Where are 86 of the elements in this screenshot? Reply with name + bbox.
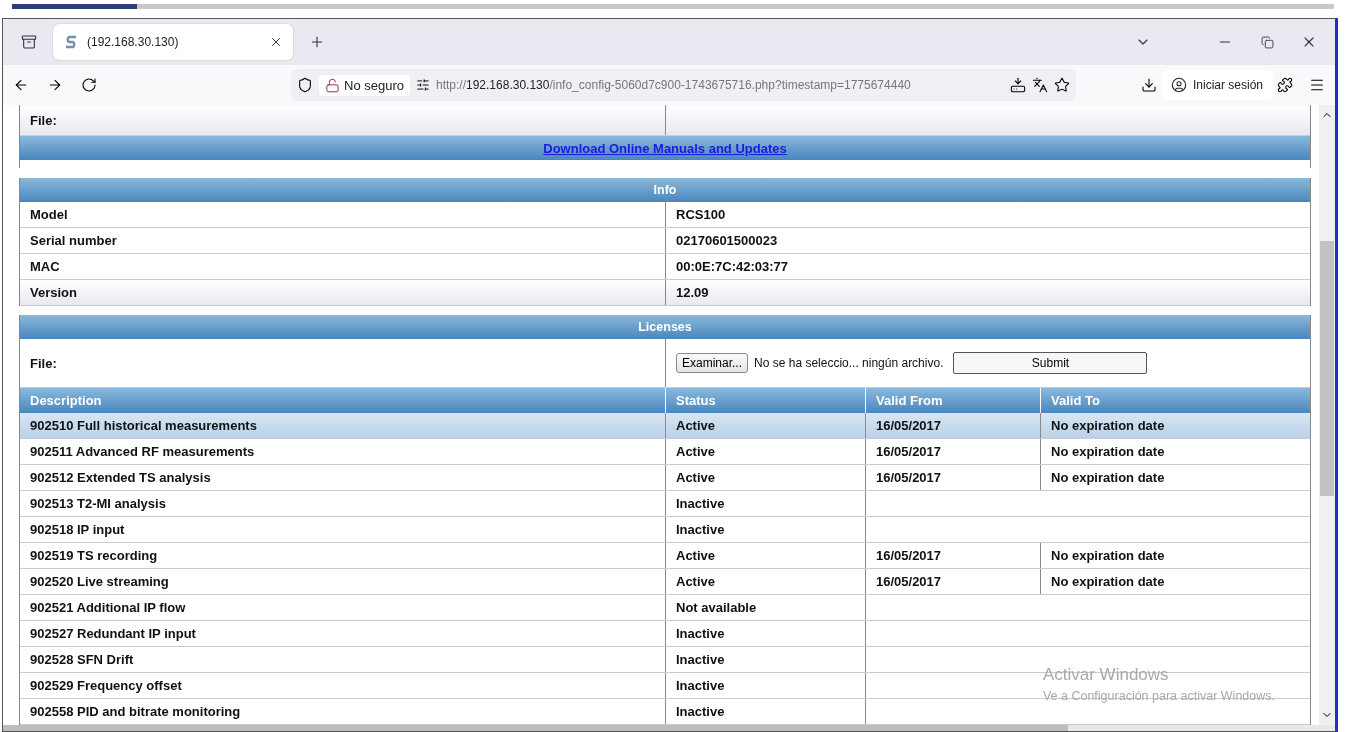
license-row[interactable]: 902521 Additional IP flow Not available <box>20 595 1310 621</box>
sign-in-button[interactable]: Iniciar sesión <box>1160 70 1273 100</box>
table-cell: No expiration date <box>1040 413 1310 438</box>
table-cell: Active <box>665 413 865 438</box>
star-icon[interactable] <box>1054 77 1070 93</box>
table-cell-text: 902511 Advanced RF measurements <box>29 443 256 461</box>
url-text: http://192.168.30.130/info_config-5060d7c900-1743675716.php?timestamp=1775674440 <box>436 78 912 92</box>
forward-icon[interactable] <box>47 77 63 93</box>
restore-icon[interactable] <box>1260 35 1274 49</box>
license-row[interactable]: 902510 Full historical measurements Active 16/05/2017 No expiration date <box>20 413 1310 439</box>
table-cell-text: 902529 Frequency offset <box>29 677 183 695</box>
table-cell: No expiration date <box>1040 569 1310 594</box>
scrollbar-thumb[interactable] <box>1320 241 1334 496</box>
license-row[interactable]: 902527 Redundant IP input Inactive <box>20 621 1310 647</box>
table-cell-text: 902513 T2-MI analysis <box>29 495 167 513</box>
field-label: File: <box>29 354 58 373</box>
field-value: 00:0E:7C:42:03:77 <box>665 253 1310 279</box>
site-logo-icon <box>63 34 79 50</box>
table-cell: No expiration date <box>1040 465 1310 490</box>
table-cell-text: 902527 Redundant IP input <box>29 625 197 643</box>
license-row[interactable]: 902511 Advanced RF measurements Active 16/05/2017 No expiration date <box>20 439 1310 465</box>
table-cell: Inactive <box>665 699 865 724</box>
table-cell: Inactive <box>665 621 865 646</box>
table-cell-text: 902512 Extended TS analysis <box>29 469 212 487</box>
field-label: Model <box>29 205 69 224</box>
table-cell: No expiration date <box>1040 543 1310 568</box>
tab-title: (192.168.30.130) <box>87 35 180 49</box>
section-title: Info <box>20 177 1310 202</box>
column-header: Description <box>29 392 103 410</box>
table-cell: 16/05/2017 <box>865 569 1040 594</box>
archive-icon[interactable] <box>21 34 37 50</box>
unlocked-icon <box>325 77 340 93</box>
license-row[interactable]: 902520 Live streaming Active 16/05/2017 No expiration date <box>20 569 1310 595</box>
account-icon <box>1170 77 1187 93</box>
translate-icon[interactable] <box>1032 77 1048 93</box>
table-cell: Active <box>665 543 865 568</box>
shield-icon[interactable] <box>297 77 313 93</box>
menu-icon[interactable] <box>1309 77 1325 93</box>
table-cell-text: 902520 Live streaming <box>29 573 170 591</box>
table-cell: Inactive <box>665 673 865 698</box>
field-value: 02170601500023 <box>665 227 1310 253</box>
submit-button[interactable]: Submit <box>953 352 1148 374</box>
table-cell-text: 902519 TS recording <box>29 547 159 565</box>
table-cell-text: 902528 SFN Drift <box>29 651 135 669</box>
horizontal-scrollbar-thumb[interactable] <box>3 725 1068 731</box>
license-row[interactable]: 902513 T2-MI analysis Inactive <box>20 491 1310 517</box>
security-indicator[interactable]: No seguro <box>319 74 410 96</box>
field-label: MAC <box>29 257 61 276</box>
table-cell: Active <box>665 439 865 464</box>
field-label: File: <box>29 111 58 130</box>
table-cell: Inactive <box>665 647 865 672</box>
license-row[interactable]: 902512 Extended TS analysis Active 16/05/2017 No expiration date <box>20 465 1310 491</box>
security-label: No seguro <box>344 77 404 93</box>
field-value: RCS100 <box>665 201 1310 227</box>
table-cell: 16/05/2017 <box>865 439 1040 464</box>
table-cell: Not available <box>665 595 865 620</box>
table-cell: Inactive <box>665 517 865 542</box>
table-cell: Inactive <box>665 491 865 516</box>
plus-icon[interactable] <box>309 34 325 50</box>
extensions-icon[interactable] <box>1277 77 1293 93</box>
table-cell-text: 902521 Additional IP flow <box>29 599 187 617</box>
table-cell-text: 902518 IP input <box>29 521 126 539</box>
table-cell: Active <box>665 569 865 594</box>
file-status: No se ha seleccio... ningún archivo. <box>754 356 944 370</box>
field-value: 12.09 <box>665 279 1310 305</box>
table-cell: 16/05/2017 <box>865 543 1040 568</box>
back-icon[interactable] <box>13 77 29 93</box>
download-icon[interactable] <box>1140 77 1157 93</box>
browse-button[interactable]: Examinar... <box>676 353 749 373</box>
table-cell: No expiration date <box>1040 439 1310 464</box>
field-label: Version <box>29 283 78 302</box>
reload-icon[interactable] <box>81 77 97 93</box>
table-cell: 16/05/2017 <box>865 465 1040 490</box>
license-row[interactable]: 902519 TS recording Active 16/05/2017 No expiration date <box>20 543 1310 569</box>
field-label: Serial number <box>29 231 118 250</box>
table-cell-text: 902510 Full historical measurements <box>29 417 258 435</box>
browser-tab[interactable]: (192.168.30.130) <box>53 24 293 60</box>
save-page-icon[interactable] <box>1010 77 1026 93</box>
table-cell: 16/05/2017 <box>865 413 1040 438</box>
address-bar[interactable]: No seguro http://192.168.30.130/info_config-5060d7c900-1743675716.php?timestamp=1775674440 <box>291 69 1076 101</box>
table-cell: Active <box>665 465 865 490</box>
permissions-icon[interactable] <box>416 78 430 92</box>
license-row[interactable]: 902518 IP input Inactive <box>20 517 1310 543</box>
table-cell-text: 902558 PID and bitrate monitoring <box>29 703 242 721</box>
close-icon[interactable] <box>269 35 283 49</box>
section-title: Licenses <box>20 315 1310 339</box>
